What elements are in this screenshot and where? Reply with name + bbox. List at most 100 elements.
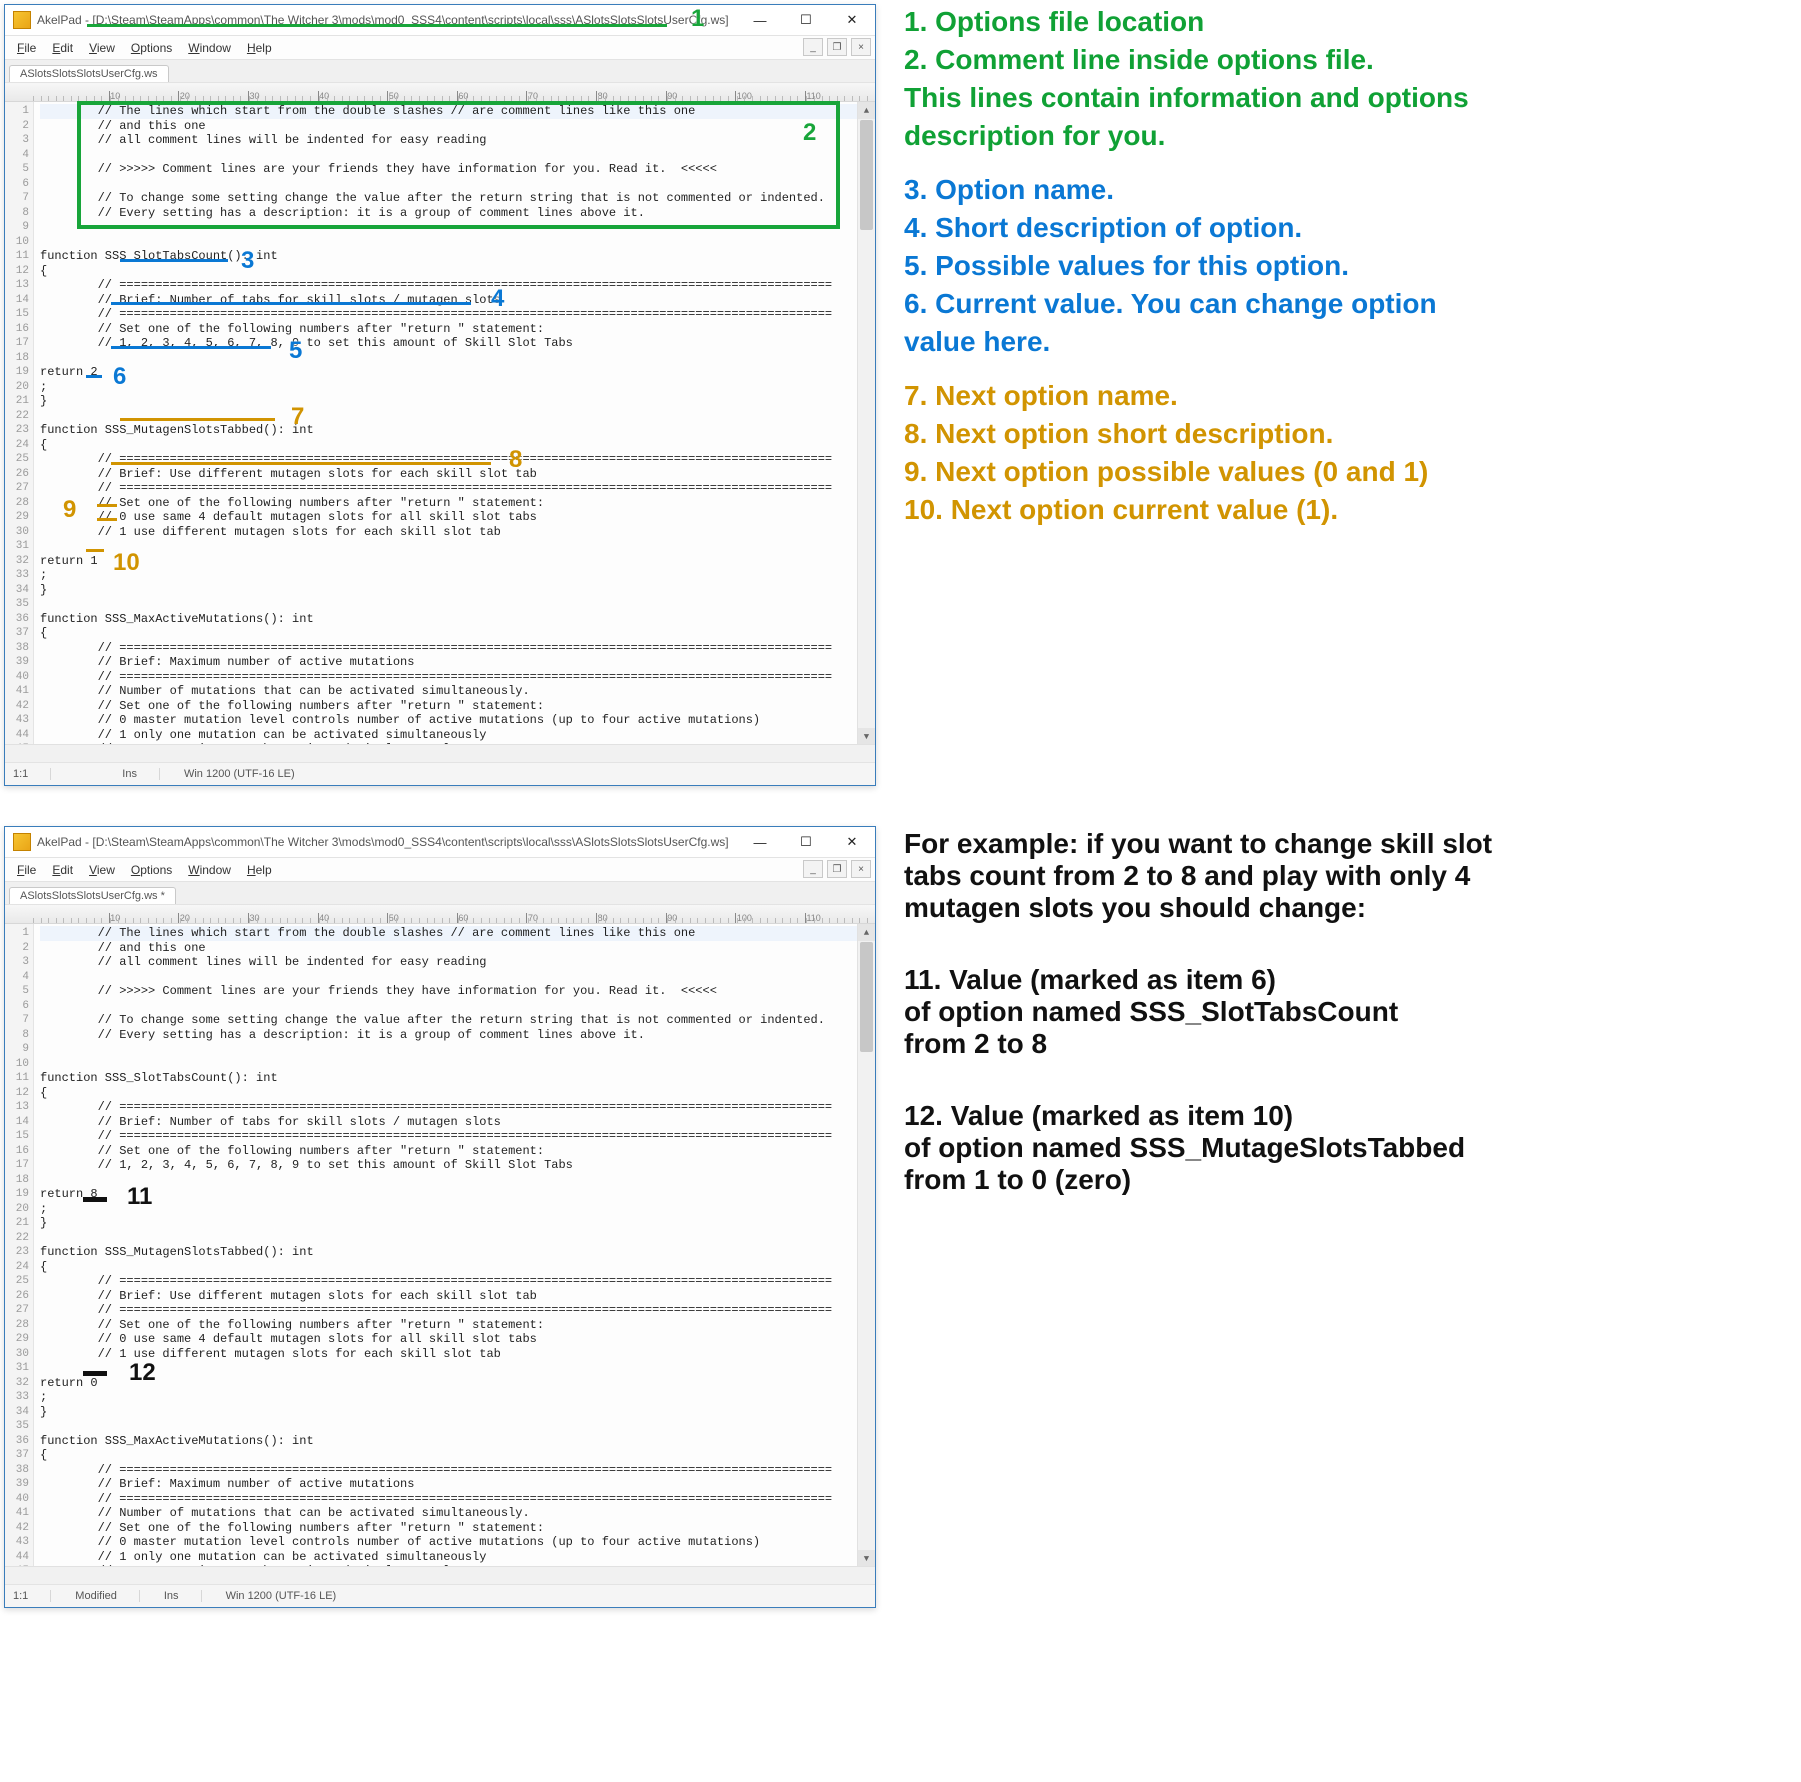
code-line[interactable]: // all comment lines will be indented fo… [40, 955, 875, 970]
code-line[interactable]: // and this one [40, 941, 875, 956]
code-body[interactable]: // The lines which start from the double… [34, 924, 875, 1584]
code-line[interactable]: // =====================================… [40, 1100, 875, 1115]
code-line[interactable]: // and this one [40, 119, 875, 134]
menu-help[interactable]: Help [239, 861, 280, 879]
code-line[interactable] [40, 597, 875, 612]
code-line[interactable]: // Every setting has a description: it i… [40, 206, 875, 221]
code-line[interactable]: // 1 use different mutagen slots for eac… [40, 525, 875, 540]
code-line[interactable]: // =====================================… [40, 670, 875, 685]
code-line[interactable]: // =====================================… [40, 1129, 875, 1144]
scroll-thumb[interactable] [860, 120, 873, 230]
mdi-restore-icon[interactable]: ❐ [827, 860, 847, 878]
mdi-minimize-icon[interactable]: _ [803, 860, 823, 878]
code-line[interactable]: // Set one of the following numbers afte… [40, 322, 875, 337]
code-line[interactable]: return 0 [40, 1376, 875, 1391]
code-line[interactable]: { [40, 1260, 875, 1275]
code-line[interactable]: // Set one of the following numbers afte… [40, 1521, 875, 1536]
code-line[interactable] [40, 235, 875, 250]
close-button[interactable]: ✕ [829, 5, 875, 35]
code-line[interactable] [40, 539, 875, 554]
code-line[interactable]: // Set one of the following numbers afte… [40, 496, 875, 511]
code-line[interactable]: return 2 [40, 365, 875, 380]
code-line[interactable]: // >>>>> Comment lines are your friends … [40, 984, 875, 999]
code-line[interactable]: function SSS_MutagenSlotsTabbed(): int [40, 1245, 875, 1260]
code-line[interactable]: ; [40, 568, 875, 583]
code-line[interactable]: function SSS_MaxActiveMutations(): int [40, 612, 875, 627]
menu-help[interactable]: Help [239, 39, 280, 57]
code-line[interactable]: // =====================================… [40, 278, 875, 293]
code-line[interactable]: // Number of mutations that can be activ… [40, 1506, 875, 1521]
code-line[interactable]: // Every setting has a description: it i… [40, 1028, 875, 1043]
menu-file[interactable]: File [9, 39, 44, 57]
scroll-down-icon[interactable]: ▼ [858, 1550, 875, 1567]
code-line[interactable]: // =====================================… [40, 1492, 875, 1507]
scroll-down-icon[interactable]: ▼ [858, 728, 875, 745]
menu-options[interactable]: Options [123, 39, 180, 57]
code-line[interactable]: function SSS_SlotTabsCount(): int [40, 249, 875, 264]
code-line[interactable] [40, 999, 875, 1014]
menu-edit[interactable]: Edit [44, 39, 81, 57]
editor-area[interactable]: 1234567891011121314151617181920212223242… [5, 924, 875, 1584]
code-line[interactable] [40, 177, 875, 192]
close-button[interactable]: ✕ [829, 827, 875, 857]
code-line[interactable]: } [40, 394, 875, 409]
scroll-up-icon[interactable]: ▲ [858, 924, 875, 941]
code-line[interactable]: // 1 only one mutation can be activated … [40, 1550, 875, 1565]
code-line[interactable]: // =====================================… [40, 1303, 875, 1318]
document-tab[interactable]: ASlotsSlotsSlotsUserCfg.ws [9, 65, 169, 82]
code-line[interactable]: } [40, 1216, 875, 1231]
code-line[interactable] [40, 970, 875, 985]
menu-edit[interactable]: Edit [44, 861, 81, 879]
code-line[interactable]: // =====================================… [40, 481, 875, 496]
menu-window[interactable]: Window [180, 861, 239, 879]
code-line[interactable]: // 1, 2, 3, 4, 5, 6, 7, 8, 9 to set this… [40, 336, 875, 351]
code-line[interactable]: // Brief: Use different mutagen slots fo… [40, 1289, 875, 1304]
code-line[interactable]: ; [40, 1202, 875, 1217]
code-line[interactable]: { [40, 626, 875, 641]
document-tab[interactable]: ASlotsSlotsSlotsUserCfg.ws * [9, 887, 176, 904]
minimize-button[interactable]: — [737, 827, 783, 857]
code-line[interactable]: // Set one of the following numbers afte… [40, 1144, 875, 1159]
code-line[interactable]: // Number of mutations that can be activ… [40, 684, 875, 699]
code-line[interactable]: // To change some setting change the val… [40, 1013, 875, 1028]
code-line[interactable] [40, 1361, 875, 1376]
code-line[interactable]: // 1 only one mutation can be activated … [40, 728, 875, 743]
code-line[interactable] [40, 409, 875, 424]
code-line[interactable]: return 8 [40, 1187, 875, 1202]
code-line[interactable]: // 1 use different mutagen slots for eac… [40, 1347, 875, 1362]
code-line[interactable]: // =====================================… [40, 1463, 875, 1478]
code-line[interactable]: { [40, 1448, 875, 1463]
code-line[interactable] [40, 148, 875, 163]
code-line[interactable]: { [40, 1086, 875, 1101]
scroll-thumb[interactable] [860, 942, 873, 1052]
scroll-up-icon[interactable]: ▲ [858, 102, 875, 119]
menu-view[interactable]: View [81, 39, 123, 57]
code-line[interactable]: // Brief: Use different mutagen slots fo… [40, 467, 875, 482]
vertical-scrollbar[interactable]: ▲ ▼ [857, 924, 875, 1567]
mdi-close-icon[interactable]: × [851, 38, 871, 56]
code-line[interactable]: // =====================================… [40, 452, 875, 467]
code-line[interactable] [40, 1231, 875, 1246]
code-line[interactable]: // Set one of the following numbers afte… [40, 699, 875, 714]
code-line[interactable]: // The lines which start from the double… [40, 926, 875, 941]
code-line[interactable]: // =====================================… [40, 1274, 875, 1289]
editor-area[interactable]: 1234567891011121314151617181920212223242… [5, 102, 875, 762]
menu-window[interactable]: Window [180, 39, 239, 57]
code-line[interactable] [40, 1173, 875, 1188]
code-line[interactable]: return 1 [40, 554, 875, 569]
mdi-restore-icon[interactable]: ❐ [827, 38, 847, 56]
code-line[interactable] [40, 1042, 875, 1057]
menu-file[interactable]: File [9, 861, 44, 879]
mdi-close-icon[interactable]: × [851, 860, 871, 878]
menu-view[interactable]: View [81, 861, 123, 879]
code-line[interactable]: // =====================================… [40, 307, 875, 322]
code-line[interactable]: ; [40, 1390, 875, 1405]
code-line[interactable]: // 0 master mutation level controls numb… [40, 1535, 875, 1550]
code-line[interactable]: // =====================================… [40, 641, 875, 656]
code-line[interactable]: } [40, 583, 875, 598]
code-line[interactable]: // Set one of the following numbers afte… [40, 1318, 875, 1333]
code-line[interactable]: // 1, 2, 3, 4, 5, 6, 7, 8, 9 to set this… [40, 1158, 875, 1173]
code-line[interactable]: // To change some setting change the val… [40, 191, 875, 206]
horizontal-scrollbar[interactable] [5, 1566, 875, 1584]
mdi-minimize-icon[interactable]: _ [803, 38, 823, 56]
